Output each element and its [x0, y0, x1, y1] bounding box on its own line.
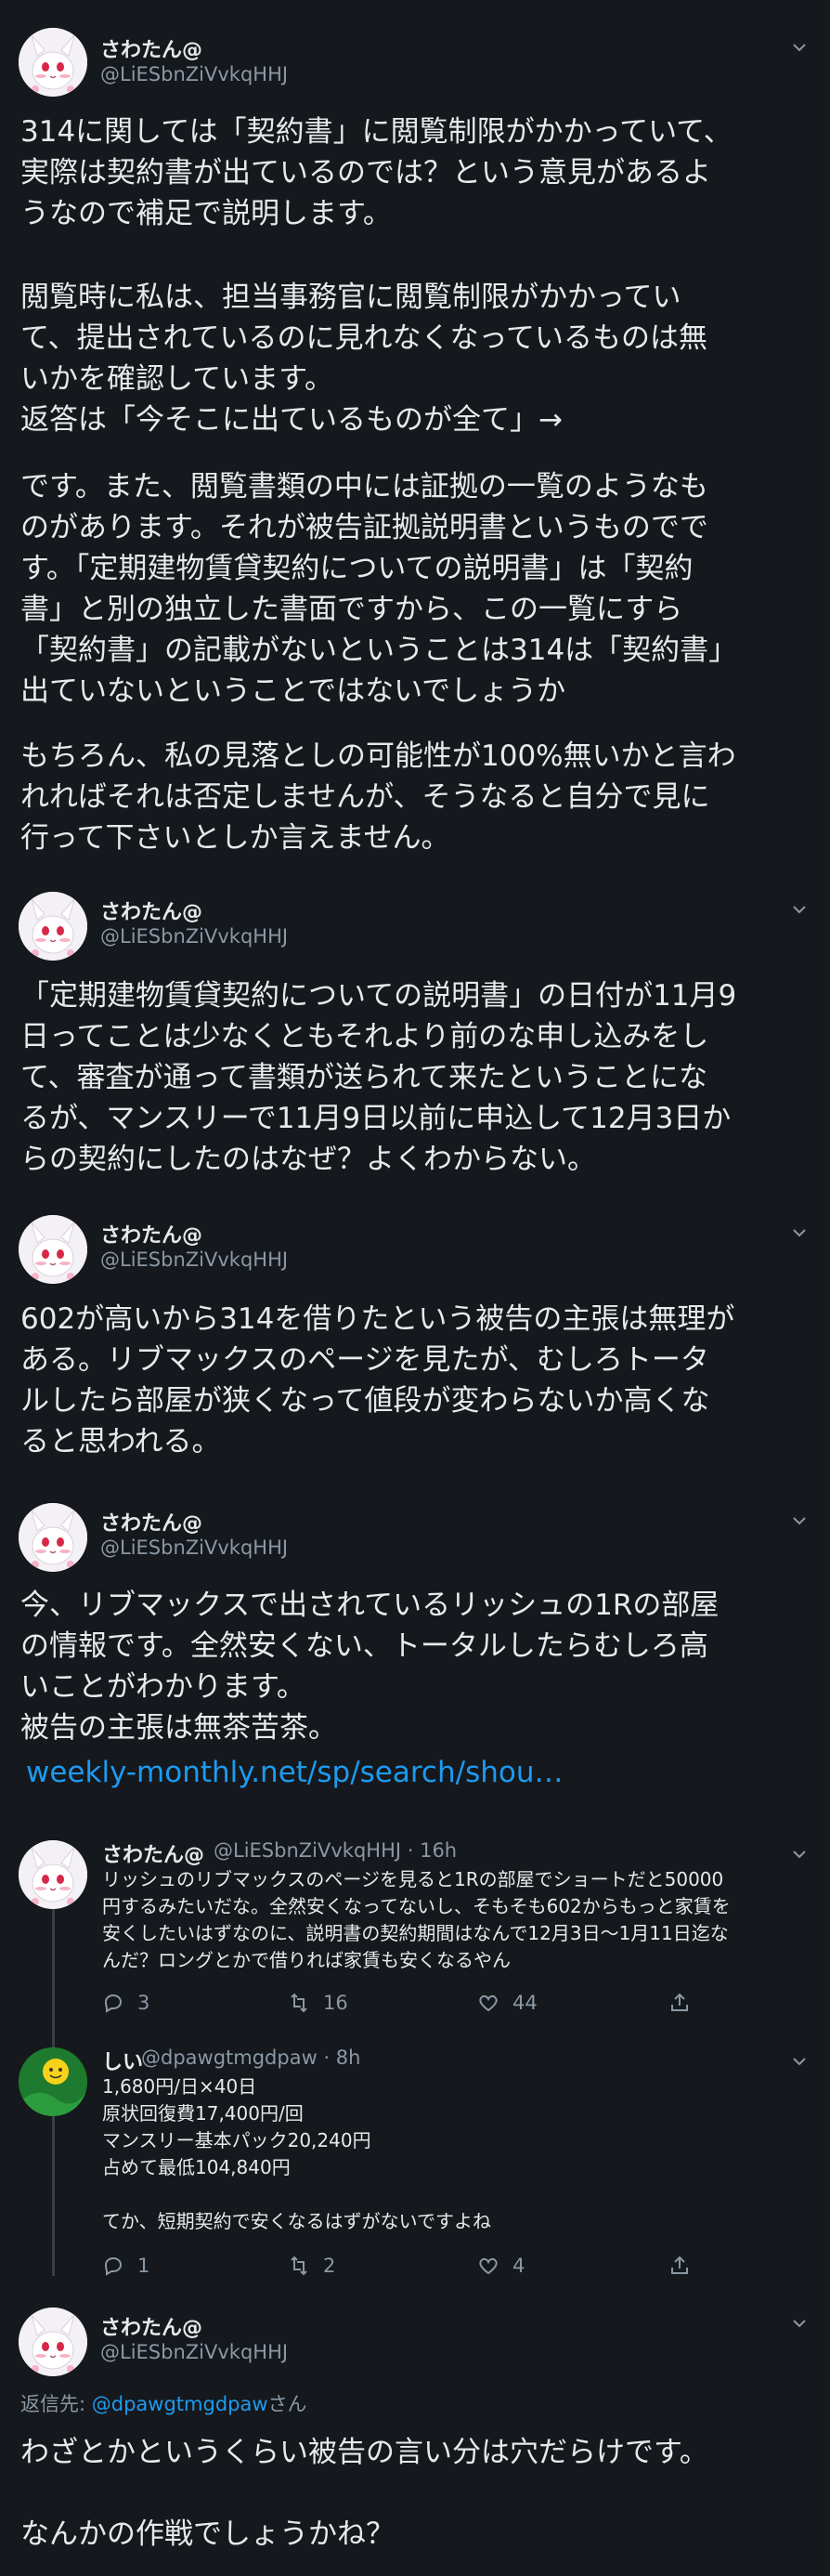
heart-icon — [477, 1992, 499, 2014]
user-handle[interactable]: @LiESbnZiVvkqHHJ — [100, 925, 288, 948]
share-icon — [668, 1992, 691, 2014]
user-handle[interactable]: @LiESbnZiVvkqHHJ — [100, 1249, 288, 1271]
share-button[interactable] — [668, 2252, 691, 2280]
user-name[interactable]: さわたん@ — [100, 1507, 202, 1536]
tweet-text: わざとかというくらい被告の言い分は穴だらけです。 なんかの作戦でしょうかね？ — [20, 2436, 708, 2551]
tweet-link[interactable]: weekly-monthly.net/sp/search/shou… — [26, 1756, 563, 1789]
reply-icon — [102, 1992, 124, 2014]
like-count: 44 — [512, 1992, 538, 2014]
reply-to-mention[interactable]: @dpawgtmgdpaw — [92, 2393, 268, 2415]
user-handle[interactable]: @LiESbnZiVvkqHHJ — [100, 63, 288, 85]
reply-to: 返信先: @dpawgtmgdpawさん — [20, 2389, 307, 2417]
reply-user-name[interactable]: さわたん@ — [102, 1838, 204, 1868]
avatar[interactable] — [19, 2308, 87, 2376]
tweet-text: もちろん、私の見落としの可能性が100%無いかと言わ れればそれは否定しませんが… — [20, 739, 736, 855]
tweet-text: 今、リブマックスで出されているリッシュの1Rの部屋 の情報です。全然安くない、ト… — [20, 1589, 720, 1745]
share-icon — [668, 2255, 691, 2277]
avatar[interactable] — [19, 1215, 87, 1284]
user-name[interactable]: さわたん@ — [100, 896, 202, 925]
like-button[interactable]: 4 — [477, 2252, 525, 2280]
reply-text: 1,680円/日×40日 原状回復費17,400円/回 マンスリー基本パック20… — [102, 2075, 491, 2232]
share-button[interactable] — [668, 1989, 691, 2017]
like-button[interactable]: 44 — [477, 1989, 538, 2017]
user-name[interactable]: さわたん@ — [100, 33, 202, 63]
reply-meta[interactable]: @dpawgtmgdpaw · 8h — [141, 2046, 360, 2069]
reply-button[interactable]: 3 — [102, 1989, 149, 2017]
retweet-button[interactable]: 16 — [288, 1989, 348, 2017]
retweet-button[interactable]: 2 — [288, 2252, 335, 2280]
reply-to-label: 返信先: — [20, 2393, 92, 2415]
chevron-down-icon[interactable] — [791, 1224, 808, 1241]
avatar[interactable] — [19, 1840, 87, 1909]
user-name[interactable]: さわたん@ — [100, 1219, 202, 1249]
tweet-text: 閲覧時に私は、担当事務官に閲覧制限がかかってい て、提出されているのに見れなくな… — [20, 281, 707, 437]
tweet-text: 「定期建物賃貸契約についての説明書」の日付が11月9 日ってことは少なくともそれ… — [20, 979, 737, 1176]
action-bar: 1 2 4 — [102, 2252, 733, 2280]
tweet-text: です。また、閲覧書類の中には証拠の一覧のようなも のがあります。それが被告証拠説… — [20, 470, 738, 708]
reply-to-suffix: さん — [267, 2393, 307, 2415]
action-bar: 3 16 44 — [102, 1989, 733, 2017]
reply-count: 3 — [137, 1992, 150, 2014]
chevron-down-icon[interactable] — [791, 2053, 808, 2070]
reply-meta[interactable]: @LiESbnZiVvkqHHJ · 16h — [214, 1839, 457, 1862]
retweet-count: 16 — [323, 1992, 348, 2014]
heart-icon — [477, 2255, 499, 2277]
reply-user-name[interactable]: しい — [102, 2046, 143, 2075]
reply-button[interactable]: 1 — [102, 2252, 149, 2280]
chevron-down-icon[interactable] — [791, 901, 808, 918]
user-handle[interactable]: @LiESbnZiVvkqHHJ — [100, 1536, 288, 1559]
chevron-down-icon[interactable] — [791, 1512, 808, 1529]
tweet-text: 314に関しては「契約書」に閲覧制限がかかっていて、 実際は契約書が出ているので… — [20, 115, 733, 230]
reply-count: 1 — [137, 2255, 150, 2277]
chevron-down-icon[interactable] — [791, 1846, 808, 1863]
avatar[interactable] — [19, 28, 87, 97]
user-name[interactable]: さわたん@ — [100, 2311, 202, 2341]
chevron-down-icon[interactable] — [791, 39, 808, 56]
chevron-down-icon[interactable] — [791, 2315, 808, 2332]
avatar[interactable] — [19, 1503, 87, 1572]
retweet-count: 2 — [323, 2255, 336, 2277]
retweet-icon — [288, 1992, 310, 2014]
reply-icon — [102, 2255, 124, 2277]
reply-text: リッシュのリブマックスのページを見ると1Rの部屋でショートだと50000 円する… — [102, 1868, 731, 1971]
like-count: 4 — [512, 2255, 525, 2277]
avatar[interactable] — [19, 2047, 87, 2116]
tweet-text: 602が高いから314を借りたという被告の主張は無理が ある。リブマックスのペー… — [20, 1302, 735, 1458]
user-handle[interactable]: @LiESbnZiVvkqHHJ — [100, 2341, 288, 2363]
retweet-icon — [288, 2255, 310, 2277]
avatar[interactable] — [19, 892, 87, 961]
